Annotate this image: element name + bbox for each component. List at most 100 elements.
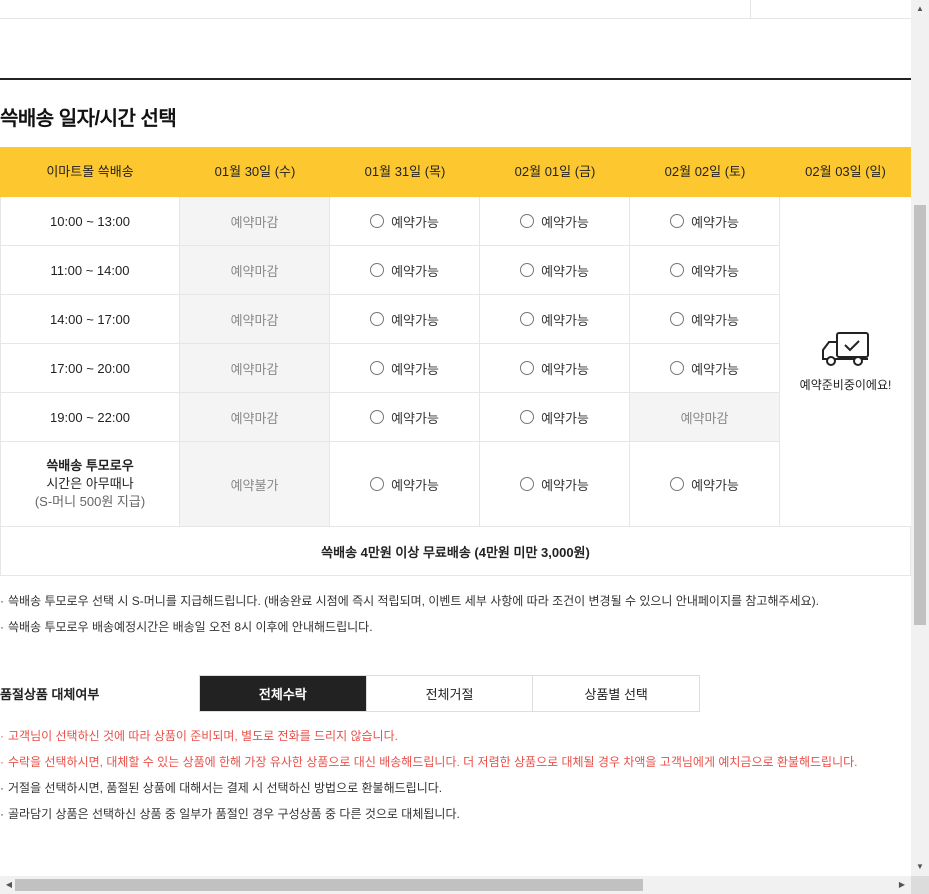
radio-icon[interactable]: [520, 410, 535, 424]
header-date-5: 02월 03일 (일): [805, 164, 886, 179]
slot-available[interactable]: 예약가능: [630, 246, 780, 294]
time-slot-row: 10:00 ~ 13:00 예약마감 예약가능 예약가능 예약가능: [0, 197, 780, 246]
note-item: 쓱배송 투모로우 배송예정시간은 배송일 오전 8시 이후에 안내해드립니다.: [0, 614, 911, 640]
radio-icon[interactable]: [670, 312, 685, 326]
slot-available[interactable]: 예약가능: [330, 393, 480, 441]
top-table-remnant: [0, 0, 911, 19]
reject-all-button[interactable]: 전체거절: [365, 676, 533, 711]
header-date-4: 02월 02일 (토): [664, 164, 746, 179]
slot-available[interactable]: 예약가능: [630, 442, 780, 526]
divider: [750, 0, 751, 19]
section-title: 쓱배송 일자/시간 선택: [0, 108, 177, 130]
slot-available[interactable]: 예약가능: [480, 344, 630, 392]
time-range: 11:00 ~ 14:00: [0, 246, 180, 294]
radio-icon[interactable]: [520, 477, 535, 491]
note-item: 거절을 선택하시면, 품절된 상품에 대해서는 결제 시 선택하신 방법으로 환…: [0, 775, 911, 801]
scroll-up-icon[interactable]: ▲: [911, 0, 929, 18]
tomorrow-row: 쓱배송 투모로우 시간은 아무때나 (S-머니 500원 지급) 예약불가 예약…: [0, 442, 780, 527]
substitution-notes: 고객님이 선택하신 것에 따라 상품이 준비되며, 별도로 전화를 드리지 않습…: [0, 723, 911, 827]
radio-icon[interactable]: [520, 214, 535, 228]
time-range: 14:00 ~ 17:00: [0, 295, 180, 343]
vertical-scrollbar[interactable]: ▲ ▼: [911, 0, 929, 876]
radio-icon[interactable]: [370, 477, 385, 491]
preparing-text: 예약준비중이에요!: [799, 378, 892, 392]
slot-unavailable: 예약불가: [180, 442, 330, 526]
radio-icon[interactable]: [670, 477, 685, 491]
slot-label: 예약가능: [691, 477, 739, 493]
slot-label: 예약가능: [691, 361, 739, 377]
radio-icon[interactable]: [370, 410, 385, 424]
radio-icon[interactable]: [370, 263, 385, 277]
time-range: 10:00 ~ 13:00: [0, 197, 180, 245]
delivery-truck-check-icon: [821, 332, 869, 366]
slot-label: 예약가능: [391, 214, 439, 230]
slot-label: 예약가능: [541, 410, 589, 426]
slot-available[interactable]: 예약가능: [480, 295, 630, 343]
slot-label: 예약가능: [541, 312, 589, 328]
slot-available[interactable]: 예약가능: [330, 442, 480, 526]
time-range: 17:00 ~ 20:00: [0, 344, 180, 392]
slot-available[interactable]: 예약가능: [630, 344, 780, 392]
slot-label: 예약가능: [541, 214, 589, 230]
scroll-thumb[interactable]: [914, 205, 926, 625]
time-slot-row: 14:00 ~ 17:00 예약마감 예약가능 예약가능 예약가능: [0, 295, 780, 344]
tomorrow-line3: (S-머니 500원 지급): [34, 494, 146, 509]
scroll-down-icon[interactable]: ▼: [911, 858, 929, 876]
slot-label: 예약가능: [391, 361, 439, 377]
radio-icon[interactable]: [370, 214, 385, 228]
radio-icon[interactable]: [370, 312, 385, 326]
radio-icon[interactable]: [370, 361, 385, 375]
slot-label: 예약가능: [541, 263, 589, 279]
time-slot-row: 11:00 ~ 14:00 예약마감 예약가능 예약가능 예약가능: [0, 246, 780, 295]
tomorrow-notes: 쓱배송 투모로우 선택 시 S-머니를 지급해드립니다. (배송완료 시점에 즉…: [0, 588, 911, 640]
tomorrow-line2: 시간은 아무때나: [46, 476, 134, 491]
delivery-fee-note: 쓱배송 4만원 이상 무료배송 (4만원 미만 3,000원): [0, 527, 911, 576]
slot-available[interactable]: 예약가능: [480, 246, 630, 294]
slot-label: 예약가능: [391, 410, 439, 426]
slot-available[interactable]: 예약가능: [480, 442, 630, 526]
slot-available[interactable]: 예약가능: [480, 197, 630, 245]
scroll-thumb[interactable]: [15, 879, 643, 891]
slot-closed: 예약마감: [630, 393, 780, 441]
slot-closed: 예약마감: [180, 344, 330, 392]
slot-label: 예약가능: [391, 477, 439, 493]
header-date-2: 01월 31일 (목): [364, 164, 446, 179]
substitution-label: 품절상품 대체여부: [0, 687, 100, 702]
slot-available[interactable]: 예약가능: [330, 246, 480, 294]
tomorrow-title: 쓱배송 투모로우: [46, 458, 134, 473]
radio-icon[interactable]: [520, 361, 535, 375]
schedule-header: 이마트몰 쓱배송 01월 30일 (수) 01월 31일 (목) 02월 01일…: [0, 147, 911, 197]
scroll-right-icon[interactable]: ▶: [893, 876, 911, 894]
radio-icon[interactable]: [670, 263, 685, 277]
slot-label: 예약가능: [391, 263, 439, 279]
radio-icon[interactable]: [670, 361, 685, 375]
note-item: 골라담기 상품은 선택하신 상품 중 일부가 품절인 경우 구성상품 중 다른 …: [0, 801, 911, 827]
slot-available[interactable]: 예약가능: [630, 197, 780, 245]
slot-available[interactable]: 예약가능: [480, 393, 630, 441]
note-item: 수락을 선택하시면, 대체할 수 있는 상품에 한해 가장 유사한 상품으로 대…: [0, 749, 911, 775]
slot-closed: 예약마감: [180, 197, 330, 245]
slot-label: 예약가능: [541, 477, 589, 493]
slot-label: 예약가능: [691, 263, 739, 279]
header-label: 이마트몰 쓱배송: [46, 164, 134, 179]
radio-icon[interactable]: [520, 312, 535, 326]
time-slot-row: 17:00 ~ 20:00 예약마감 예약가능 예약가능 예약가능: [0, 344, 780, 393]
radio-icon[interactable]: [520, 263, 535, 277]
horizontal-scrollbar[interactable]: ◀ ▶: [0, 876, 911, 894]
time-slot-row: 19:00 ~ 22:00 예약마감 예약가능 예약가능 예약마감: [0, 393, 780, 442]
note-item: 고객님이 선택하신 것에 따라 상품이 준비되며, 별도로 전화를 드리지 않습…: [0, 723, 911, 749]
slot-label: 예약가능: [391, 312, 439, 328]
slot-available[interactable]: 예약가능: [330, 197, 480, 245]
time-range: 19:00 ~ 22:00: [0, 393, 180, 441]
per-product-button[interactable]: 상품별 선택: [532, 676, 699, 711]
slot-available[interactable]: 예약가능: [630, 295, 780, 343]
slot-label: 예약가능: [691, 312, 739, 328]
slot-label: 예약가능: [541, 361, 589, 377]
header-date-1: 01월 30일 (수): [214, 164, 296, 179]
accept-all-button[interactable]: 전체수락: [200, 676, 366, 711]
slot-available[interactable]: 예약가능: [330, 295, 480, 343]
header-date-3: 02월 01일 (금): [514, 164, 596, 179]
scrollbar-corner: [911, 876, 929, 894]
slot-available[interactable]: 예약가능: [330, 344, 480, 392]
radio-icon[interactable]: [670, 214, 685, 228]
